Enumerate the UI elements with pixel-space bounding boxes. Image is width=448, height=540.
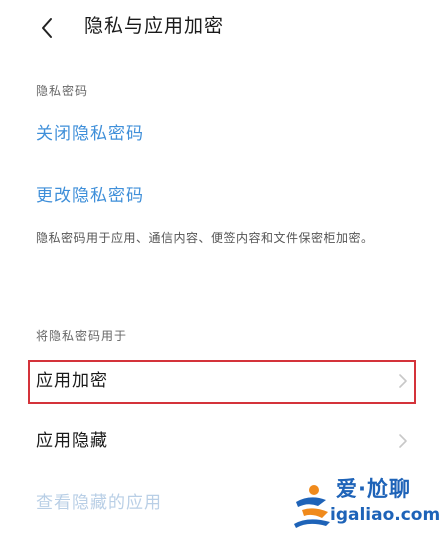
chevron-right-icon [399,374,407,388]
back-button[interactable] [34,14,62,42]
close-privacy-password-link[interactable]: 关闭隐私密码 [36,122,144,146]
section-label-usage: 将隐私密码用于 [36,329,128,343]
privacy-app-encryption-screen: 隐私与应用加密 隐私密码 关闭隐私密码 更改隐私密码 隐私密码用于应用、通信内容… [0,0,448,540]
chevron-right-icon [399,434,407,448]
change-privacy-password-link[interactable]: 更改隐私密码 [36,184,144,208]
privacy-password-description: 隐私密码用于应用、通信内容、便签内容和文件保密柜加密。 [36,231,374,245]
watermark: 爱·尬聊 igaliao.com [288,474,444,536]
app-hide-row[interactable]: 应用隐藏 [28,420,416,464]
section-label-privacy-password: 隐私密码 [36,84,89,98]
page-title: 隐私与应用加密 [84,15,225,37]
watermark-domain: igaliao.com [330,505,441,525]
app-encryption-label: 应用加密 [36,371,108,391]
app-hide-label: 应用隐藏 [36,431,108,451]
app-encryption-row[interactable]: 应用加密 [28,360,416,404]
header-bar: 隐私与应用加密 [0,0,448,56]
view-hidden-apps-item: 查看隐藏的应用 [36,493,162,513]
watermark-title: 爱·尬聊 [336,477,411,501]
chevron-left-icon [42,18,52,38]
watermark-logo-icon [294,485,330,528]
